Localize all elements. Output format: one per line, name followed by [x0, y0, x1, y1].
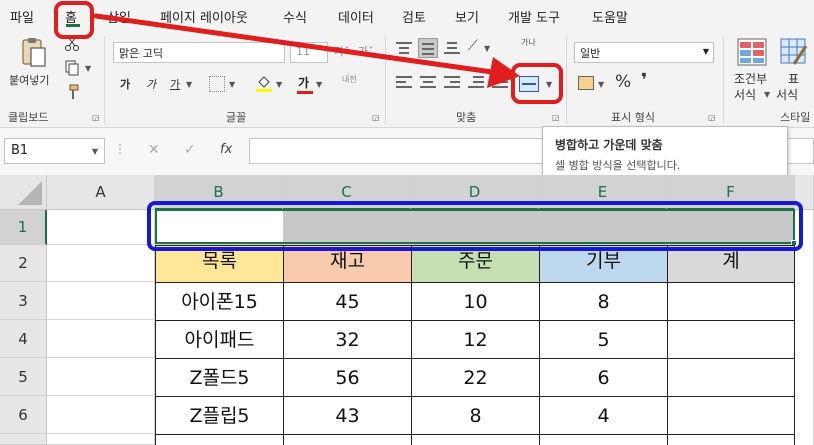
annotation-arrow	[93, 13, 520, 88]
